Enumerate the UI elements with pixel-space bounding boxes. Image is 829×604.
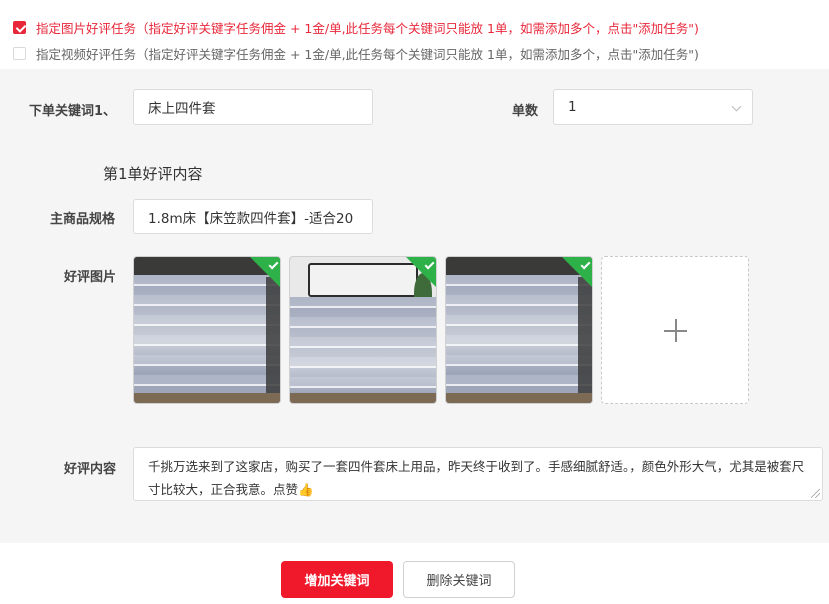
keyword-value: 床上四件套 — [148, 101, 216, 117]
review-photo[interactable] — [445, 256, 593, 404]
video-review-task-label: 指定视频好评任务（指定好评关键字任务佣金 + 1金/单,此任务每个关键词只能放 … — [36, 47, 699, 62]
image-review-task-label: 指定图片好评任务（指定好评关键字任务佣金 + 1金/单,此任务每个关键词只能放 … — [36, 21, 699, 36]
quantity-value: 1 — [568, 99, 577, 115]
headboard-image — [308, 263, 418, 297]
review-section-title: 第1单好评内容 — [103, 165, 203, 183]
spec-value: 1.8m床【床笠款四件套】-适合20 — [148, 210, 354, 227]
review-photo[interactable] — [289, 256, 437, 404]
keyword-input[interactable]: 床上四件套 — [133, 89, 373, 125]
checkbox-checked-icon[interactable] — [13, 21, 26, 34]
add-keyword-button[interactable]: 增加关键词 — [281, 561, 393, 598]
keyword-label: 下单关键词1、 — [29, 104, 117, 119]
quantity-select[interactable]: 1 — [553, 89, 753, 125]
review-content-textarea[interactable]: 千挑万选来到了这家店，购买了一套四件套床上用品，昨天终于收到了。手感细腻舒适。，… — [133, 447, 823, 501]
chevron-down-icon — [731, 101, 742, 112]
review-photo[interactable] — [133, 256, 281, 404]
bedding-image — [290, 297, 436, 403]
review-content-text: 千挑万选来到了这家店，购买了一套四件套床上用品，昨天终于收到了。手感细腻舒适。，… — [148, 459, 805, 497]
remove-keyword-button[interactable]: 删除关键词 — [403, 561, 515, 598]
resize-handle-icon[interactable] — [811, 489, 820, 498]
photos-label: 好评图片 — [64, 270, 117, 285]
review-content-label: 好评内容 — [64, 462, 117, 477]
spec-input[interactable]: 1.8m床【床笠款四件套】-适合20 — [133, 199, 373, 234]
image-review-task-option[interactable]: 指定图片好评任务（指定好评关键字任务佣金 + 1金/单,此任务每个关键词只能放 … — [13, 18, 699, 37]
bedding-image — [446, 275, 592, 403]
checkbox-unchecked-icon[interactable] — [13, 47, 26, 60]
bedding-image — [134, 275, 280, 403]
upload-photo-button[interactable] — [601, 256, 749, 404]
quantity-label: 单数 — [512, 104, 539, 119]
spec-label: 主商品规格 — [50, 212, 116, 227]
video-review-task-option[interactable]: 指定视频好评任务（指定好评关键字任务佣金 + 1金/单,此任务每个关键词只能放 … — [13, 44, 699, 63]
